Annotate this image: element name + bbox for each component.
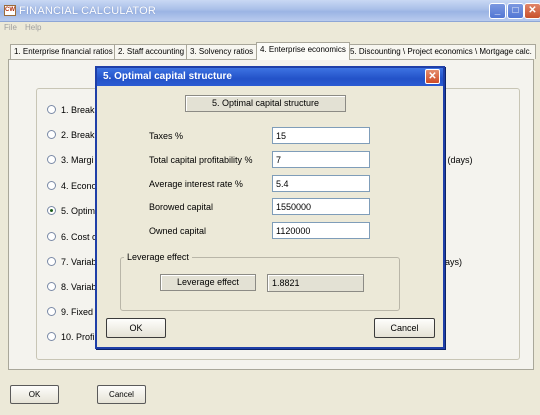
owned-capital-label: Owned capital bbox=[149, 226, 207, 236]
leverage-label: Leverage effect bbox=[160, 274, 256, 291]
tab-enterprise-financial-ratios[interactable]: 1. Enterprise financial ratios bbox=[10, 44, 117, 59]
leverage-group-label: Leverage effect bbox=[124, 252, 192, 262]
borrowed-capital-label: Borowed capital bbox=[149, 202, 214, 212]
radio-button[interactable] bbox=[47, 181, 56, 190]
dialog-title: 5. Optimal capital structure bbox=[103, 71, 232, 82]
main-ok-button[interactable]: OK bbox=[10, 385, 59, 404]
radio-button[interactable] bbox=[47, 232, 56, 241]
maximize-button[interactable]: □ bbox=[507, 3, 524, 19]
radio-button[interactable] bbox=[47, 257, 56, 266]
app-icon: CW bbox=[4, 5, 16, 16]
tab-discounting[interactable]: 5. Discounting \ Project economics \ Mor… bbox=[346, 44, 536, 59]
radio-button[interactable] bbox=[47, 282, 56, 291]
radio-option-9[interactable]: 9. Fixed bbox=[47, 305, 93, 319]
capital-profitability-input[interactable] bbox=[272, 151, 370, 168]
radio-label: 5. Optim bbox=[61, 206, 96, 216]
radio-option-1[interactable]: 1. Break bbox=[47, 103, 95, 117]
radio-label: 2. Break bbox=[61, 130, 95, 140]
interest-rate-label: Average interest rate % bbox=[149, 179, 243, 189]
dialog-header-label: 5. Optimal capital structure bbox=[185, 95, 346, 112]
radio-button-selected[interactable] bbox=[47, 206, 56, 215]
interest-rate-input[interactable] bbox=[272, 175, 370, 192]
minimize-button[interactable]: _ bbox=[489, 3, 506, 19]
window-title: FINANCIAL CALCULATOR bbox=[19, 5, 157, 17]
close-button[interactable]: ✕ bbox=[524, 3, 540, 19]
radio-label: 1. Break bbox=[61, 105, 95, 115]
radio-label: 6. Cost c bbox=[61, 232, 97, 242]
leverage-value: 1.8821 bbox=[267, 274, 364, 292]
radio-button[interactable] bbox=[47, 155, 56, 164]
radio-option-7[interactable]: 7. Variab bbox=[47, 255, 96, 269]
borrowed-capital-input[interactable] bbox=[272, 198, 370, 215]
radio-button[interactable] bbox=[47, 105, 56, 114]
radio-label: 10. Profi bbox=[61, 332, 95, 342]
optimal-capital-dialog: 5. Optimal capital structure ✕ 5. Optima… bbox=[95, 66, 445, 349]
owned-capital-input[interactable] bbox=[272, 222, 370, 239]
radio-label: 7. Variab bbox=[61, 257, 97, 267]
main-cancel-button[interactable]: Cancel bbox=[97, 385, 146, 404]
radio-option-5[interactable]: 5. Optim bbox=[47, 204, 95, 218]
radio-label: 9. Fixed bbox=[61, 307, 94, 317]
menu-bar: File Help bbox=[0, 22, 540, 35]
radio-label: 8. Variab bbox=[61, 282, 97, 292]
taxes-label: Taxes % bbox=[149, 131, 184, 141]
dialog-close-button[interactable]: ✕ bbox=[425, 69, 440, 84]
radio-label: 4. Econo bbox=[61, 181, 97, 191]
dialog-cancel-button[interactable]: Cancel bbox=[374, 318, 435, 338]
taxes-input[interactable] bbox=[272, 127, 370, 144]
radio-option-3[interactable]: 3. Margi bbox=[47, 153, 94, 167]
tab-staff-accounting[interactable]: 2. Staff accounting bbox=[114, 44, 189, 59]
dialog-title-bar: 5. Optimal capital structure ✕ bbox=[97, 68, 443, 86]
radio-option-4[interactable]: 4. Econo bbox=[47, 179, 97, 193]
capital-profitability-label: Total capital profitability % bbox=[149, 155, 253, 165]
radio-button[interactable] bbox=[47, 130, 56, 139]
tab-solvency-ratios[interactable]: 3. Solvency ratios bbox=[186, 44, 258, 59]
radio-option-6[interactable]: 6. Cost c bbox=[47, 230, 97, 244]
tab-enterprise-economics[interactable]: 4. Enterprise economics bbox=[256, 42, 350, 60]
menu-file[interactable]: File bbox=[4, 23, 17, 32]
radio-button[interactable] bbox=[47, 332, 56, 341]
radio-option-2[interactable]: 2. Break bbox=[47, 128, 95, 142]
dialog-ok-button[interactable]: OK bbox=[106, 318, 166, 338]
radio-label: 3. Margi bbox=[61, 155, 94, 165]
radio-button[interactable] bbox=[47, 307, 56, 316]
radio-option-8[interactable]: 8. Variab bbox=[47, 280, 96, 294]
radio-option-10[interactable]: 10. Profi bbox=[47, 330, 95, 344]
title-bar: CW FINANCIAL CALCULATOR _ □ ✕ bbox=[0, 0, 540, 22]
menu-help[interactable]: Help bbox=[25, 23, 41, 32]
